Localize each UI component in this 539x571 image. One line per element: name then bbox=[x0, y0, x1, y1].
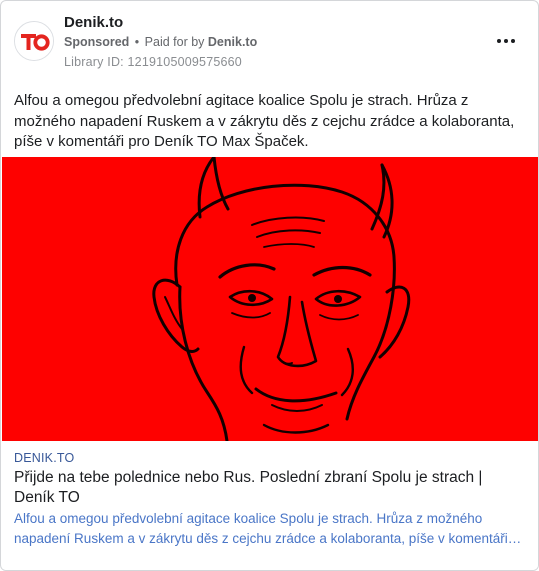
more-dot-icon bbox=[497, 39, 501, 43]
link-description: Alfou a omegou předvolební agitace koali… bbox=[14, 511, 508, 546]
sponsored-label: Sponsored bbox=[64, 35, 130, 49]
more-dot-icon bbox=[511, 39, 515, 43]
ad-card: Denik.to Sponsored • Paid for by Denik.t… bbox=[0, 0, 539, 571]
page-avatar[interactable] bbox=[14, 21, 54, 61]
link-title[interactable]: Přijde na tebe polednice nebo Rus. Posle… bbox=[14, 468, 524, 508]
ad-image[interactable] bbox=[2, 157, 538, 441]
more-options-button[interactable] bbox=[494, 31, 518, 51]
link-preview[interactable]: DENIK.TO Přijde na tebe polednice nebo R… bbox=[2, 441, 538, 570]
paid-for-prefix: Paid for by bbox=[144, 35, 205, 49]
link-domain: DENIK.TO bbox=[14, 451, 75, 465]
library-id: Library ID: 1219105009575660 bbox=[64, 55, 242, 69]
denik-to-logo-icon bbox=[15, 22, 53, 60]
devil-portrait-illustration bbox=[2, 157, 538, 441]
post-header: Denik.to Sponsored • Paid for by Denik.t… bbox=[1, 1, 538, 81]
sponsorship-line: Sponsored • Paid for by Denik.to bbox=[64, 35, 257, 49]
payer-link[interactable]: Denik.to bbox=[208, 35, 257, 49]
separator-dot: • bbox=[134, 35, 140, 49]
ad-body-text: Alfou a omegou předvolební agitace koali… bbox=[14, 92, 515, 150]
more-dot-icon bbox=[504, 39, 508, 43]
page-name-link[interactable]: Denik.to bbox=[64, 14, 123, 31]
